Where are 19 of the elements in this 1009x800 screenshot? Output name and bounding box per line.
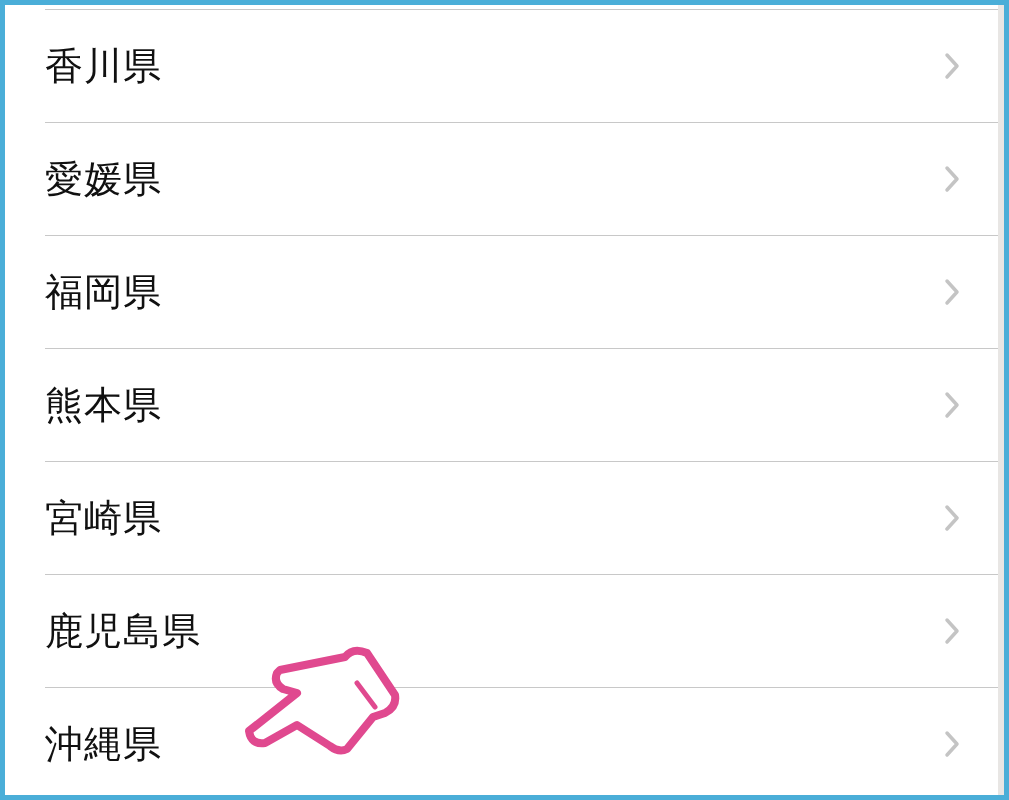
prefecture-name: 熊本県: [45, 381, 162, 429]
prefecture-name: 福岡県: [45, 268, 162, 316]
list-item[interactable]: 熊本県: [45, 348, 998, 461]
list-item[interactable]: 香川県: [45, 9, 998, 122]
prefecture-name: 宮崎県: [45, 494, 162, 542]
list-item[interactable]: 宮崎県: [45, 461, 998, 574]
prefecture-name: 愛媛県: [45, 155, 162, 203]
chevron-right-icon: [944, 52, 960, 80]
chevron-right-icon: [944, 617, 960, 645]
prefecture-name: 鹿児島県: [45, 607, 201, 655]
prefecture-name: 香川県: [45, 42, 162, 90]
list-item[interactable]: 福岡県: [45, 235, 998, 348]
chevron-right-icon: [944, 730, 960, 758]
chevron-right-icon: [944, 165, 960, 193]
prefecture-name: 沖縄県: [45, 720, 162, 768]
chevron-right-icon: [944, 278, 960, 306]
list-item[interactable]: 愛媛県: [45, 122, 998, 235]
chevron-right-icon: [944, 391, 960, 419]
chevron-right-icon: [944, 504, 960, 532]
